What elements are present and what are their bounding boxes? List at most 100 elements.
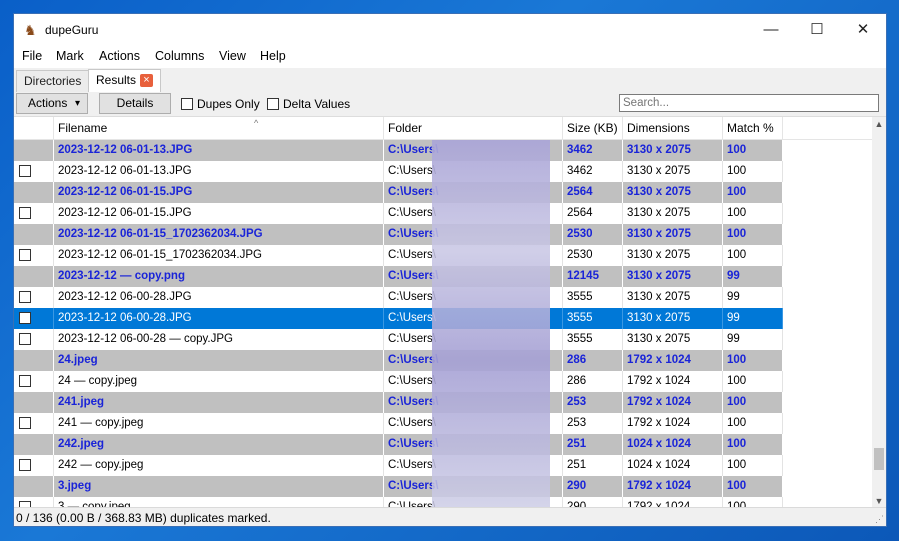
cell-size: 3555 xyxy=(563,287,623,308)
close-tab-icon[interactable]: × xyxy=(140,74,154,88)
row-checkbox[interactable] xyxy=(19,165,31,177)
close-button[interactable]: ✕ xyxy=(840,14,886,46)
row-checkbox[interactable] xyxy=(19,459,31,471)
cell-match: 99 xyxy=(723,329,783,350)
cell-size: 3462 xyxy=(563,161,623,182)
table-row[interactable]: 3.jpeg C:\Users\ 290 1792 x 1024 100 xyxy=(14,476,872,497)
row-checkbox[interactable] xyxy=(19,417,31,429)
maximize-button[interactable]: ☐ xyxy=(794,14,840,46)
dupeguru-logo-icon: ♞ xyxy=(24,22,37,38)
menu-help[interactable]: Help xyxy=(260,49,286,63)
header-size[interactable]: Size (KB) xyxy=(563,117,623,139)
cell-match: 100 xyxy=(723,413,783,434)
minimize-button[interactable]: — xyxy=(748,14,794,46)
actions-dropdown-button[interactable]: Actions ▾ xyxy=(16,93,88,114)
menu-actions[interactable]: Actions xyxy=(99,49,140,63)
cell-folder: C:\Users\ xyxy=(384,266,563,287)
cell-dimensions: 3130 x 2075 xyxy=(623,329,723,350)
row-checkbox[interactable] xyxy=(19,207,31,219)
cell-folder: C:\Users\ xyxy=(384,203,563,224)
cell-match: 100 xyxy=(723,224,783,245)
resize-grip-icon[interactable]: ⋰ xyxy=(875,514,884,525)
cell-folder: C:\Users\ xyxy=(384,434,563,455)
cell-size: 2530 xyxy=(563,224,623,245)
table-row[interactable]: 241.jpeg C:\Users\ 253 1792 x 1024 100 xyxy=(14,392,872,413)
table-row[interactable]: 24.jpeg C:\Users\ 286 1792 x 1024 100 xyxy=(14,350,872,371)
table-row[interactable]: 242.jpeg C:\Users\ 251 1024 x 1024 100 xyxy=(14,434,872,455)
row-check-cell xyxy=(14,224,54,245)
table-row[interactable]: 2023-12-12 06-00-28 — copy.JPG C:\Users\ 3… xyxy=(14,329,872,350)
cell-match: 100 xyxy=(723,350,783,371)
scrollbar-thumb[interactable] xyxy=(874,448,884,470)
status-bar: 0 / 136 (0.00 B / 368.83 MB) duplicates … xyxy=(14,507,886,526)
row-check-cell xyxy=(14,392,54,413)
tab-bar: Directories Results × xyxy=(14,68,886,93)
tab-directories[interactable]: Directories xyxy=(16,70,90,92)
scroll-down-icon[interactable]: ▼ xyxy=(872,494,886,508)
cell-dimensions: 3130 x 2075 xyxy=(623,245,723,266)
cell-size: 286 xyxy=(563,350,623,371)
row-checkbox[interactable] xyxy=(19,375,31,387)
delta-values-label: Delta Values xyxy=(283,97,351,111)
table-row[interactable]: 2023-12-12 06-01-13.JPG C:\Users\ 3462 3130… xyxy=(14,161,872,182)
status-text: 0 / 136 (0.00 B / 368.83 MB) duplicates … xyxy=(16,511,271,525)
cell-dimensions: 1792 x 1024 xyxy=(623,350,723,371)
row-checkbox[interactable] xyxy=(19,333,31,345)
dupes-only-checkbox[interactable] xyxy=(181,98,193,110)
toolbar: Actions ▾ Details Dupes Only Delta Value… xyxy=(14,92,886,116)
cell-size: 253 xyxy=(563,413,623,434)
cell-folder: C:\Users\ xyxy=(384,140,563,161)
header-dimensions[interactable]: Dimensions xyxy=(623,117,723,139)
menu-file[interactable]: File xyxy=(22,49,42,63)
details-button[interactable]: Details xyxy=(99,93,171,114)
cell-filename: 2023-12-12 06-01-13.JPG xyxy=(54,140,384,161)
cell-size: 251 xyxy=(563,434,623,455)
menu-columns[interactable]: Columns xyxy=(155,49,204,63)
title-bar: ♞ dupeGuru — ☐ ✕ xyxy=(14,14,886,46)
row-check-cell xyxy=(14,455,54,476)
table-row[interactable]: 2023-12-12 — copy.png C:\Users\ 12145 3130 … xyxy=(14,266,872,287)
cell-size: 3555 xyxy=(563,308,623,329)
vertical-scrollbar[interactable]: ▲ ▼ xyxy=(872,117,886,508)
cell-folder: C:\Users\ xyxy=(384,413,563,434)
cell-filename: 2023-12-12 06-01-13.JPG xyxy=(54,161,384,182)
row-checkbox[interactable] xyxy=(19,312,31,324)
search-input[interactable] xyxy=(619,94,879,112)
header-match[interactable]: Match % xyxy=(723,117,783,139)
table-row[interactable]: 2023-12-12 06-01-15.JPG C:\Users\ 2564 3130… xyxy=(14,203,872,224)
cell-size: 2530 xyxy=(563,245,623,266)
table-row[interactable]: 2023-12-12 06-01-15_1702362034.JPG C:\Use… xyxy=(14,224,872,245)
cell-match: 100 xyxy=(723,455,783,476)
cell-size: 3462 xyxy=(563,140,623,161)
table-row[interactable]: 2023-12-12 06-01-15_1702362034.JPG C:\Use… xyxy=(14,245,872,266)
header-check-column[interactable] xyxy=(14,117,54,139)
table-row[interactable]: 241 — copy.jpeg C:\Users\ 253 1792 x 1024 10… xyxy=(14,413,872,434)
row-check-cell xyxy=(14,413,54,434)
cell-filename: 242 — copy.jpeg xyxy=(54,455,384,476)
cell-match: 99 xyxy=(723,266,783,287)
table-row[interactable]: 2023-12-12 06-01-13.JPG C:\Users\ 3462 3130… xyxy=(14,140,872,161)
row-checkbox[interactable] xyxy=(19,249,31,261)
table-row[interactable]: 242 — copy.jpeg C:\Users\ 251 1024 x 1024 10… xyxy=(14,455,872,476)
cell-dimensions: 1792 x 1024 xyxy=(623,392,723,413)
table-row[interactable]: 24 — copy.jpeg C:\Users\ 286 1792 x 1024 100 xyxy=(14,371,872,392)
header-folder[interactable]: Folder xyxy=(384,117,563,139)
window-title: dupeGuru xyxy=(45,23,99,37)
cell-dimensions: 3130 x 2075 xyxy=(623,140,723,161)
table-row[interactable]: 2023-12-12 06-00-28.JPG C:\Users\ 3555 3130… xyxy=(14,287,872,308)
cell-size: 290 xyxy=(563,476,623,497)
row-checkbox[interactable] xyxy=(19,291,31,303)
menu-view[interactable]: View xyxy=(219,49,246,63)
table-row[interactable]: 2023-12-12 06-00-28.JPG C:\Users\ 3555 3130… xyxy=(14,308,872,329)
cell-size: 286 xyxy=(563,371,623,392)
table-row[interactable]: 2023-12-12 06-01-15.JPG C:\Users\ 2564 3130… xyxy=(14,182,872,203)
cell-folder: C:\Users\ xyxy=(384,161,563,182)
menu-mark[interactable]: Mark xyxy=(56,49,84,63)
header-filename[interactable]: Filename ^ xyxy=(54,117,384,139)
tab-results[interactable]: Results × xyxy=(88,69,162,93)
cell-dimensions: 3130 x 2075 xyxy=(623,266,723,287)
delta-values-checkbox[interactable] xyxy=(267,98,279,110)
tab-results-label: Results xyxy=(96,73,137,87)
scroll-up-icon[interactable]: ▲ xyxy=(872,117,886,131)
cell-size: 2564 xyxy=(563,203,623,224)
